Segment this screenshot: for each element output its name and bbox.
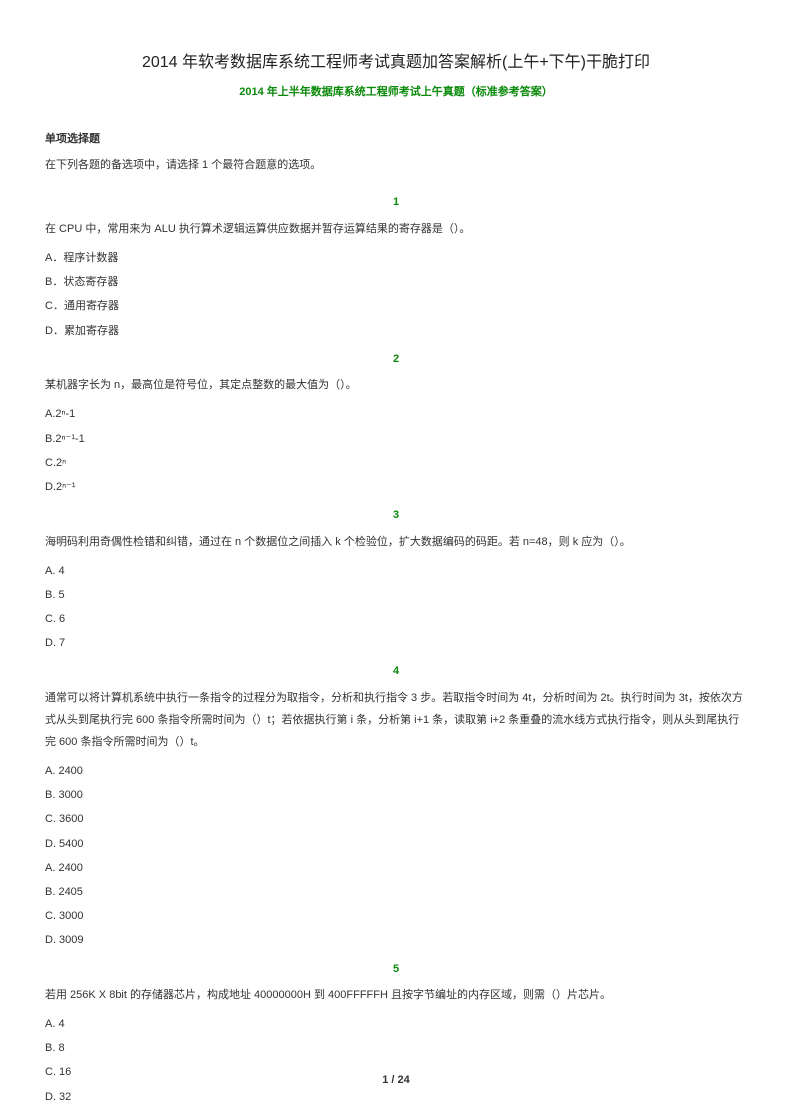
question-option: D. 3009 xyxy=(45,928,747,952)
question-option: B. 8 xyxy=(45,1036,747,1060)
page-current: 1 xyxy=(382,1074,388,1086)
question-option: B.2ⁿ⁻¹-1 xyxy=(45,427,747,451)
question-option: A. 2400 xyxy=(45,759,747,783)
question-option: A. 4 xyxy=(45,1012,747,1036)
question-option: D. 5400 xyxy=(45,832,747,856)
question-option: B. 5 xyxy=(45,583,747,607)
question-option: D.2ⁿ⁻¹ xyxy=(45,475,747,499)
question-block: 2 某机器字长为 n，最高位是符号位，其定点整数的最大值为（）。 A.2ⁿ-1B.2… xyxy=(45,351,747,499)
questions-container: 1 在 CPU 中，常用来为 ALU 执行算术逻辑运算供应数据并暂存运算结果的寄存… xyxy=(45,194,747,1108)
question-block: 1 在 CPU 中，常用来为 ALU 执行算术逻辑运算供应数据并暂存运算结果的寄存… xyxy=(45,194,747,342)
question-option: D．累加寄存器 xyxy=(45,319,747,343)
question-option: C. 3000 xyxy=(45,904,747,928)
question-text: 海明码利用奇偶性检错和纠错，通过在 n 个数据位之间插入 k 个检验位，扩大数据… xyxy=(45,531,747,553)
page-footer: 1 / 24 xyxy=(0,1072,792,1090)
question-number: 2 xyxy=(45,351,747,369)
question-option: C. 6 xyxy=(45,607,747,631)
page-subtitle: 2014 年上半年数据库系统工程师考试上午真题（标准参考答案） xyxy=(45,84,747,102)
question-text: 某机器字长为 n，最高位是符号位，其定点整数的最大值为（）。 xyxy=(45,374,747,396)
page-title: 2014 年软考数据库系统工程师考试真题加答案解析(上午+下午)干脆打印 xyxy=(45,50,747,76)
question-option: B．状态寄存器 xyxy=(45,270,747,294)
instruction: 在下列各题的备选项中，请选择 1 个最符合题意的选项。 xyxy=(45,157,747,175)
question-number: 3 xyxy=(45,507,747,525)
question-option: D. 7 xyxy=(45,631,747,655)
question-number: 5 xyxy=(45,961,747,979)
question-block: 4 通常可以将计算机系统中执行一条指令的过程分为取指令，分析和执行指令 3 步。若… xyxy=(45,663,747,952)
question-option: A. 4 xyxy=(45,559,747,583)
question-option: B. 2405 xyxy=(45,880,747,904)
question-option: C．通用寄存器 xyxy=(45,294,747,318)
question-option: B. 3000 xyxy=(45,783,747,807)
question-text: 在 CPU 中，常用来为 ALU 执行算术逻辑运算供应数据并暂存运算结果的寄存器… xyxy=(45,218,747,240)
page-total: 24 xyxy=(398,1074,410,1086)
question-option: C. 3600 xyxy=(45,807,747,831)
question-block: 3 海明码利用奇偶性检错和纠错，通过在 n 个数据位之间插入 k 个检验位，扩大数… xyxy=(45,507,747,655)
question-text: 若用 256K X 8bit 的存储器芯片，构成地址 40000000H 到 4… xyxy=(45,984,747,1006)
question-option: C.2ⁿ xyxy=(45,451,747,475)
question-number: 4 xyxy=(45,663,747,681)
question-option: A．程序计数器 xyxy=(45,246,747,270)
question-option: A.2ⁿ-1 xyxy=(45,402,747,426)
question-text: 通常可以将计算机系统中执行一条指令的过程分为取指令，分析和执行指令 3 步。若取… xyxy=(45,687,747,753)
section-header: 单项选择题 xyxy=(45,131,747,149)
question-option: A. 2400 xyxy=(45,856,747,880)
question-number: 1 xyxy=(45,194,747,212)
